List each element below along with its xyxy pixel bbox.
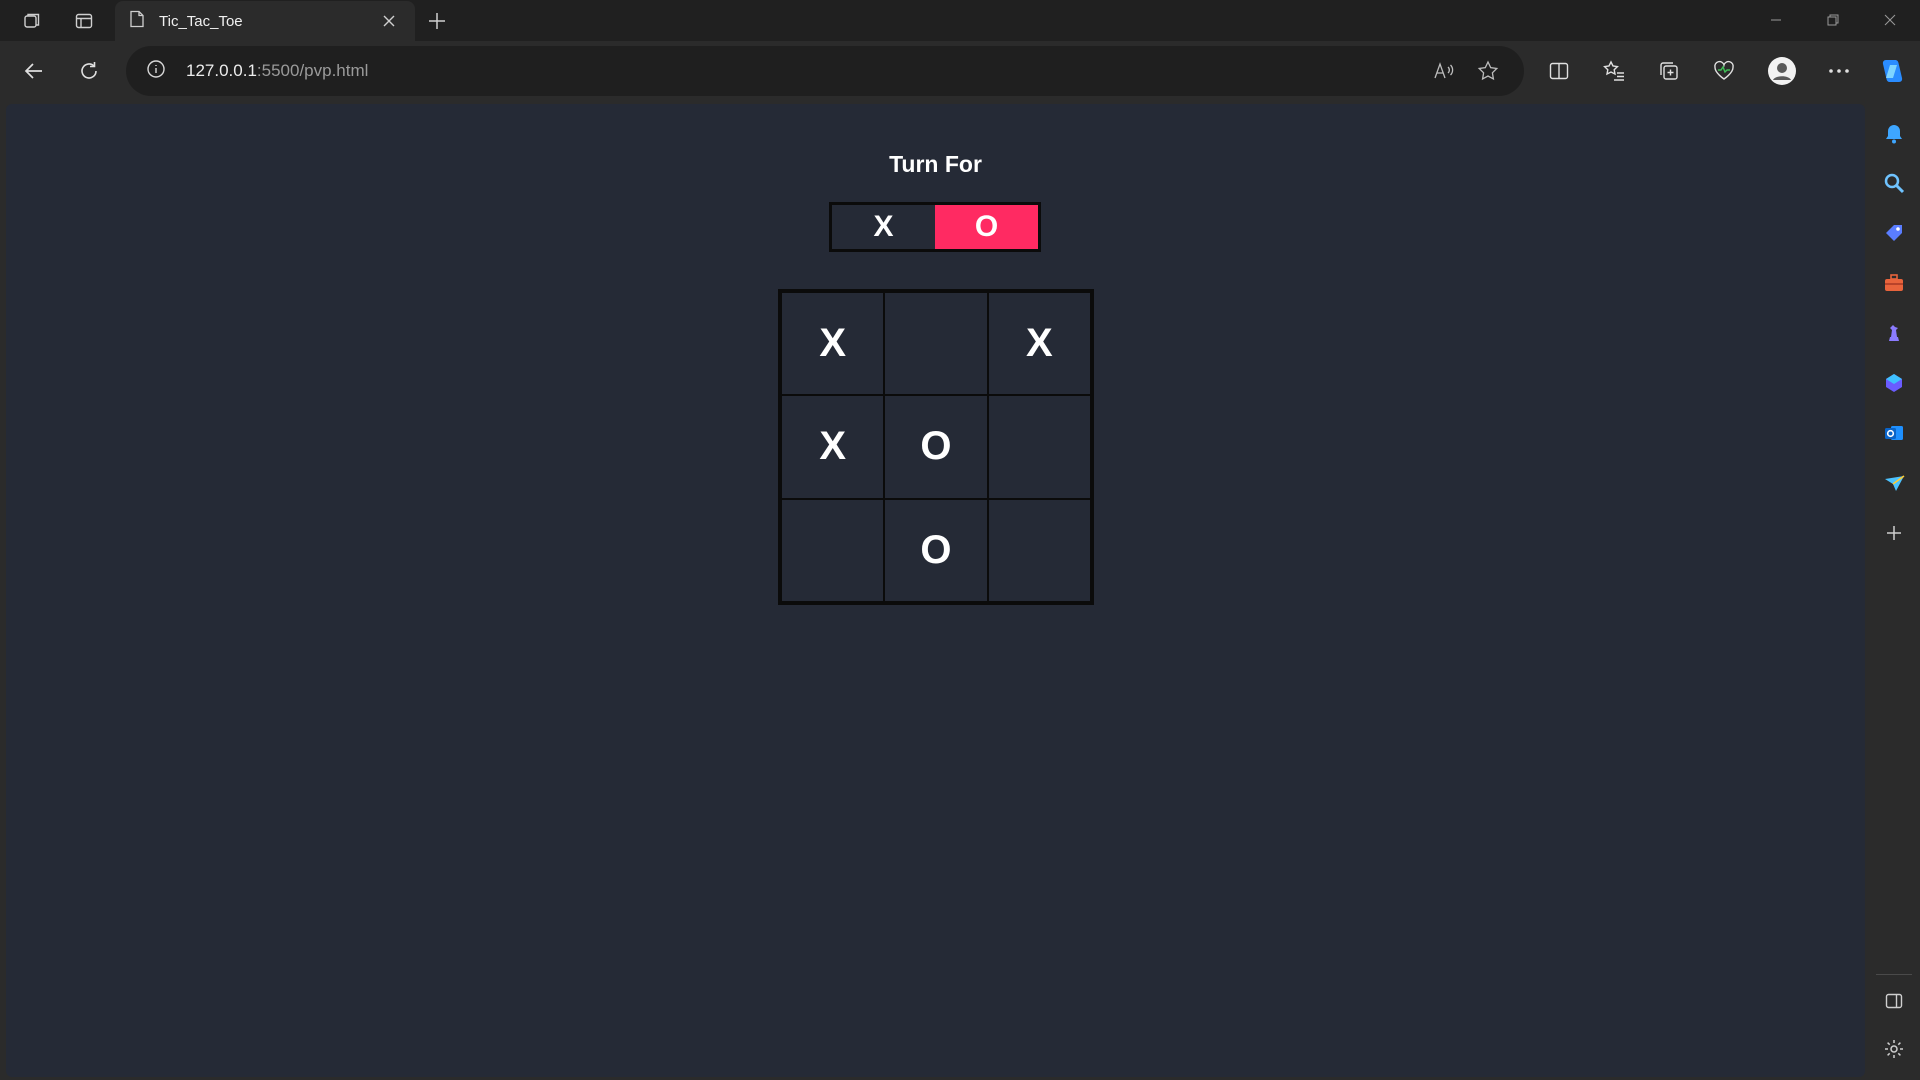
back-icon[interactable]	[16, 53, 52, 89]
turn-player-x: X	[873, 210, 894, 243]
read-aloud-icon[interactable]	[1432, 59, 1456, 83]
favorite-star-icon[interactable]	[1476, 59, 1500, 83]
restore-icon[interactable]	[1805, 0, 1861, 40]
collections-icon[interactable]	[1651, 53, 1687, 89]
board-cell-2[interactable]	[884, 292, 988, 396]
board-cell-7[interactable]	[781, 498, 885, 602]
favorites-icon[interactable]	[1596, 53, 1632, 89]
game-board: X X X O O	[778, 289, 1094, 605]
board-cell-1[interactable]: X	[781, 292, 885, 396]
split-screen-icon[interactable]	[1541, 53, 1577, 89]
tag-icon[interactable]	[1879, 218, 1909, 248]
close-icon[interactable]	[377, 9, 401, 33]
copilot-icon[interactable]	[1874, 53, 1910, 89]
board-cell-5[interactable]: O	[884, 395, 988, 499]
url-text[interactable]: 127.0.0.1:5500/pvp.html	[186, 61, 368, 81]
url-path: :5500/pvp.html	[256, 61, 369, 80]
turn-player-o: O	[935, 205, 1038, 249]
board-cell-3[interactable]: X	[987, 292, 1091, 396]
refresh-icon[interactable]	[71, 53, 107, 89]
site-info-icon[interactable]	[146, 59, 166, 84]
tab-actions-icon[interactable]	[64, 4, 104, 38]
minimize-icon[interactable]	[1748, 0, 1804, 40]
edge-sidebar	[1868, 104, 1920, 1080]
browser-titlebar: Tic_Tac_Toe	[0, 0, 1920, 41]
board-cell-9[interactable]	[987, 498, 1091, 602]
new-tab-button[interactable]	[420, 4, 454, 38]
board-cell-6[interactable]	[987, 395, 1091, 499]
page-viewport: Turn For X O X X X O O	[6, 104, 1865, 1077]
window-close-icon[interactable]	[1862, 0, 1918, 40]
page-icon	[129, 10, 145, 33]
more-options-icon[interactable]	[1821, 53, 1857, 89]
board-cell-4[interactable]: X	[781, 395, 885, 499]
browser-toolbar: 127.0.0.1:5500/pvp.html	[0, 41, 1920, 101]
turn-label: Turn For	[889, 151, 982, 177]
search-icon[interactable]	[1879, 168, 1909, 198]
workspaces-icon[interactable]	[12, 4, 52, 38]
browser-essentials-icon[interactable]	[1706, 53, 1742, 89]
tab-tic-tac-toe[interactable]: Tic_Tac_Toe	[115, 1, 415, 41]
tab-title: Tic_Tac_Toe	[159, 12, 243, 30]
add-icon[interactable]	[1879, 518, 1909, 548]
board-cell-8[interactable]: O	[884, 498, 988, 602]
turn-indicator: X O	[829, 202, 1041, 252]
bell-icon[interactable]	[1879, 119, 1909, 149]
sidebar-divider	[1876, 974, 1912, 975]
send-icon[interactable]	[1879, 468, 1909, 498]
toolbox-icon[interactable]	[1879, 268, 1909, 298]
address-bar[interactable]: 127.0.0.1:5500/pvp.html	[126, 46, 1524, 96]
outlook-icon[interactable]	[1879, 418, 1909, 448]
url-host: 127.0.0.1	[186, 61, 257, 80]
panel-icon[interactable]	[1879, 986, 1909, 1016]
profile-avatar[interactable]	[1764, 53, 1800, 89]
copilot-app-icon[interactable]	[1879, 368, 1909, 398]
settings-icon[interactable]	[1879, 1034, 1909, 1064]
chess-icon[interactable]	[1879, 318, 1909, 348]
